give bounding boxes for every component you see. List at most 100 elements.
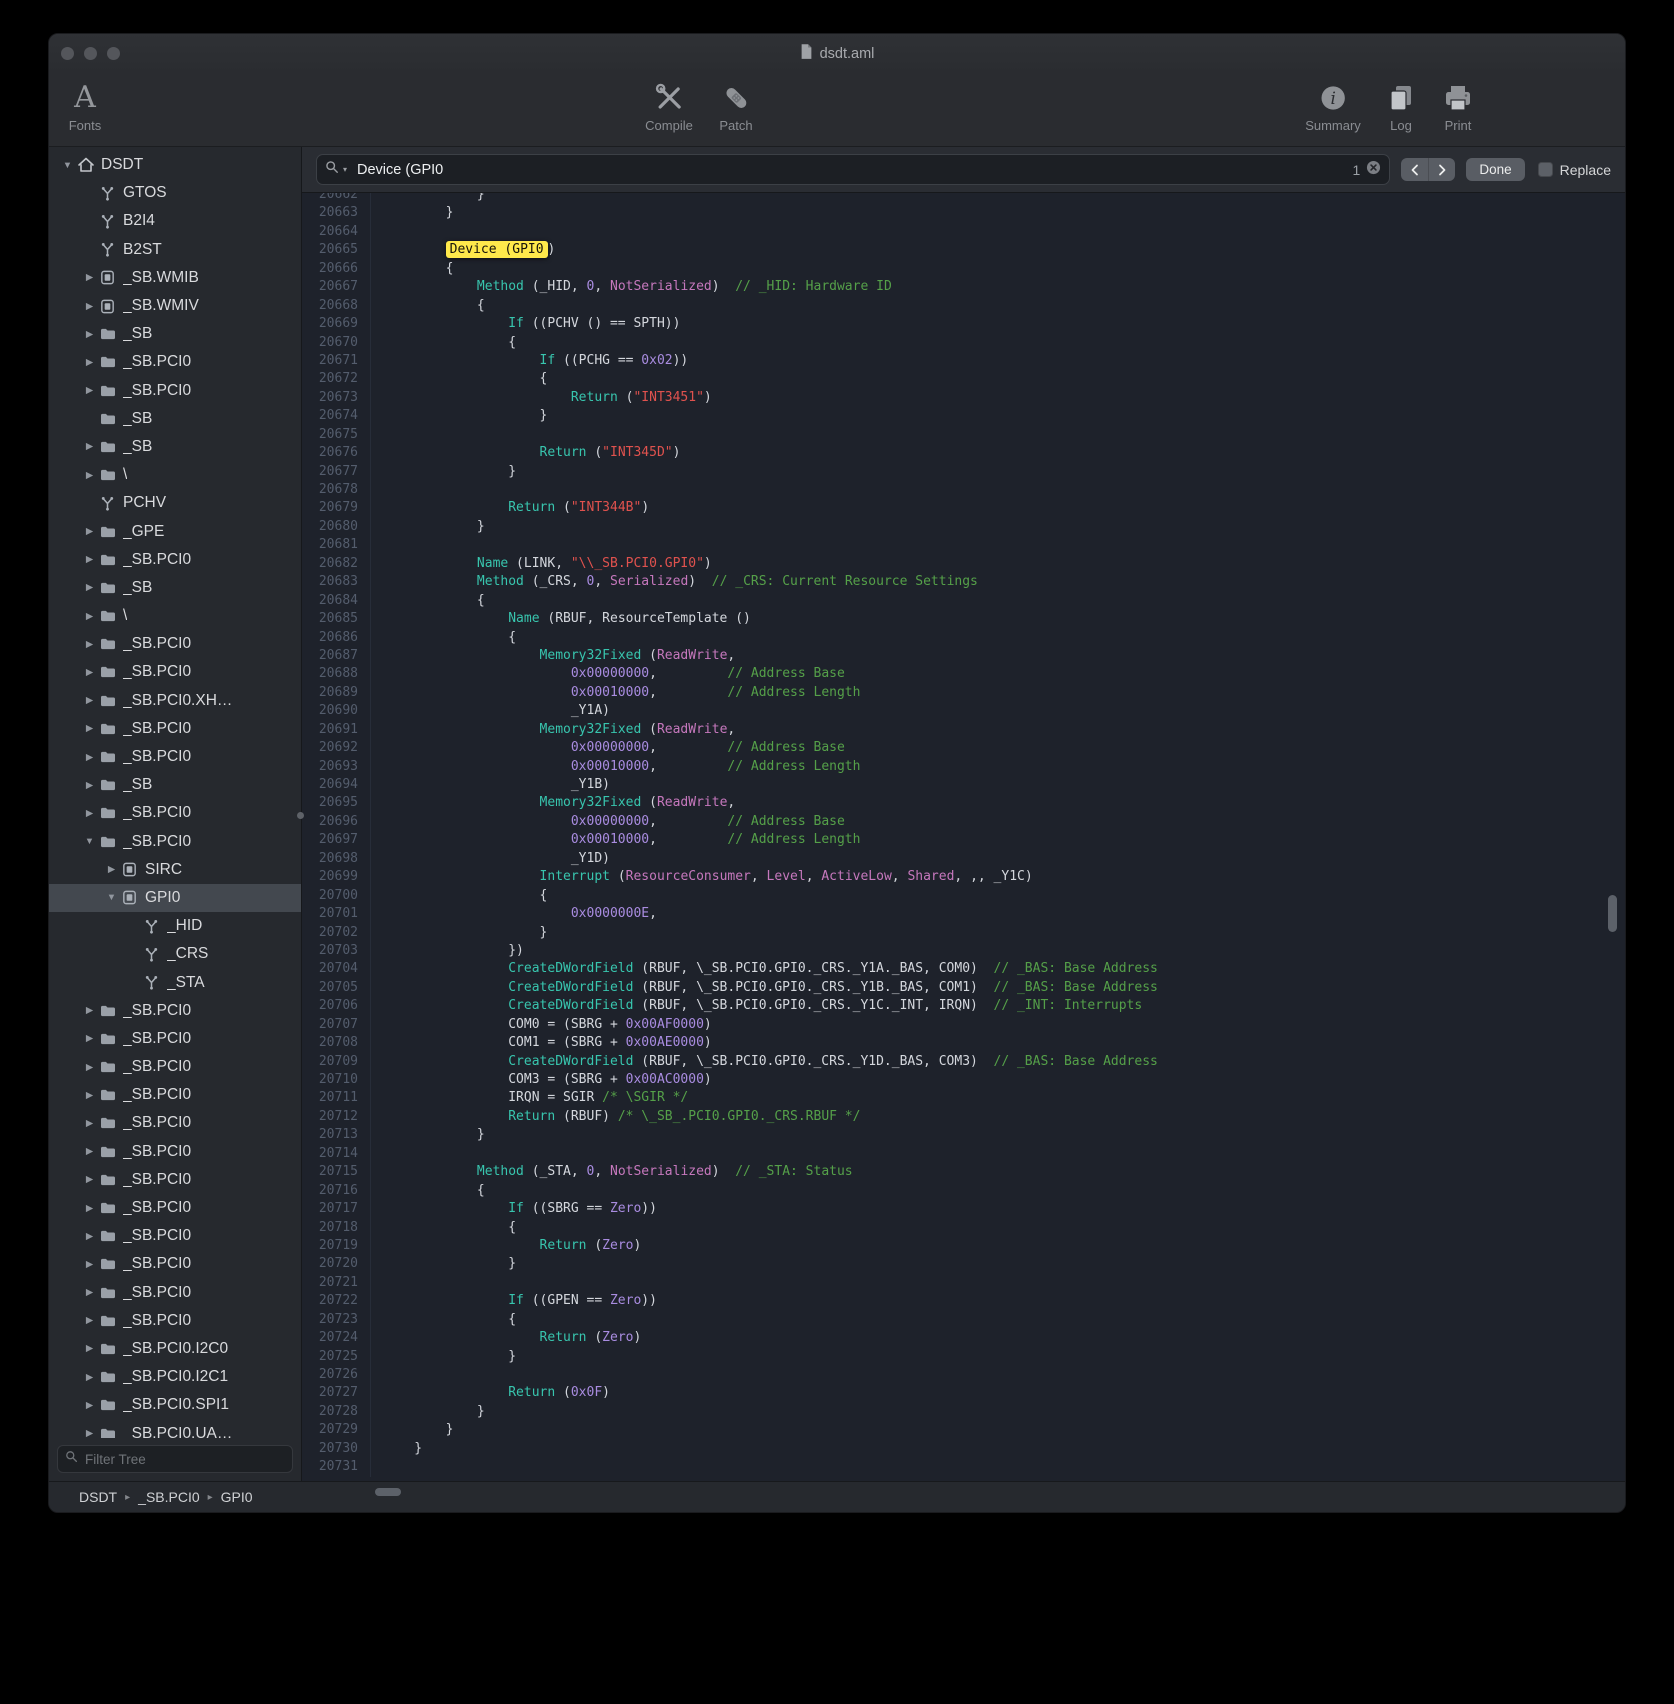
print-button[interactable]: Print: [1442, 79, 1474, 133]
tree-item[interactable]: ▶_SB.PCI0: [49, 1166, 301, 1194]
disclosure-icon[interactable]: ▶: [81, 1005, 98, 1016]
tree-item[interactable]: ▶SIRC: [49, 856, 301, 884]
compile-button[interactable]: Compile: [645, 79, 693, 133]
tree-item[interactable]: ▶_SB.PCI0: [49, 546, 301, 574]
done-button[interactable]: Done: [1466, 158, 1524, 181]
filter-input[interactable]: [83, 1451, 285, 1468]
tree-item[interactable]: ▶_GPE: [49, 517, 301, 545]
disclosure-icon[interactable]: ▶: [81, 1259, 98, 1270]
disclosure-icon[interactable]: ▼: [81, 836, 98, 847]
tree-item[interactable]: ▶_SB.PCI0.UA…: [49, 1419, 301, 1438]
tree-item[interactable]: ▶_SB.PCI0: [49, 743, 301, 771]
patch-button[interactable]: Patch: [719, 79, 752, 133]
replace-checkbox[interactable]: [1538, 162, 1553, 177]
disclosure-icon[interactable]: ▶: [81, 1146, 98, 1157]
tree-item[interactable]: ▶_SB: [49, 433, 301, 461]
find-input[interactable]: [355, 161, 1349, 179]
disclosure-icon[interactable]: ▶: [81, 1118, 98, 1129]
tree-item[interactable]: ▼_SB.PCI0: [49, 828, 301, 856]
pane-splitter-handle[interactable]: [297, 812, 304, 819]
disclosure-icon[interactable]: ▶: [81, 1315, 98, 1326]
disclosure-icon[interactable]: ▼: [59, 160, 76, 171]
tree-item[interactable]: B2ST: [49, 236, 301, 264]
disclosure-icon[interactable]: ▶: [81, 357, 98, 368]
tree-item[interactable]: GTOS: [49, 179, 301, 207]
disclosure-icon[interactable]: ▶: [81, 1400, 98, 1411]
tree-item[interactable]: ▶_SB.PCI0: [49, 1222, 301, 1250]
disclosure-icon[interactable]: ▶: [81, 385, 98, 396]
disclosure-icon[interactable]: ▶: [81, 441, 98, 452]
tree-item[interactable]: B2I4: [49, 207, 301, 235]
tree-item[interactable]: ▶_SB.PCI0: [49, 715, 301, 743]
filter-field[interactable]: [57, 1445, 293, 1473]
horizontal-scrollbar[interactable]: [375, 1488, 401, 1496]
log-button[interactable]: Log: [1386, 79, 1416, 133]
tree-item[interactable]: ▶_SB.PCI0: [49, 799, 301, 827]
disclosure-icon[interactable]: ▶: [81, 752, 98, 763]
disclosure-icon[interactable]: ▼: [103, 892, 120, 903]
tree-item[interactable]: PCHV: [49, 489, 301, 517]
tree-item[interactable]: ▶_SB.PCI0.SPI1: [49, 1391, 301, 1419]
vertical-scrollbar[interactable]: [1608, 895, 1617, 932]
tree-item[interactable]: ▶_SB: [49, 320, 301, 348]
tree-item[interactable]: ▶_SB.PCI0: [49, 1307, 301, 1335]
disclosure-icon[interactable]: ▶: [81, 808, 98, 819]
disclosure-icon[interactable]: ▶: [81, 1174, 98, 1185]
tree-item[interactable]: ▶_SB.PCI0: [49, 1081, 301, 1109]
tree-item[interactable]: ▶_SB.WMIV: [49, 292, 301, 320]
tree-item[interactable]: ▶_SB.PCI0: [49, 1194, 301, 1222]
summary-button[interactable]: i Summary: [1305, 79, 1361, 133]
code-editor[interactable]: 20662 }20663 }2066420665 Device (GPI0)20…: [302, 193, 1625, 1482]
disclosure-icon[interactable]: ▶: [81, 1428, 98, 1438]
disclosure-icon[interactable]: ▶: [81, 1343, 98, 1354]
disclosure-icon[interactable]: ▶: [81, 1090, 98, 1101]
disclosure-icon[interactable]: ▶: [81, 1372, 98, 1383]
tree-item[interactable]: ▶_SB: [49, 771, 301, 799]
tree-item[interactable]: _SB: [49, 405, 301, 433]
minimize-button[interactable]: [84, 47, 97, 60]
tree-item[interactable]: ▶_SB.PCI0: [49, 630, 301, 658]
disclosure-icon[interactable]: ▶: [81, 526, 98, 537]
tree-item[interactable]: ▶_SB.PCI0: [49, 997, 301, 1025]
tree-item[interactable]: _CRS: [49, 940, 301, 968]
disclosure-icon[interactable]: ▶: [81, 639, 98, 650]
tree-item[interactable]: ▶_SB.PCI0: [49, 377, 301, 405]
tree-item[interactable]: ▶\: [49, 602, 301, 630]
find-next-button[interactable]: [1428, 158, 1455, 181]
tree-item[interactable]: ▶_SB.PCI0: [49, 1109, 301, 1137]
disclosure-icon[interactable]: ▶: [81, 723, 98, 734]
breadcrumb-item[interactable]: DSDT: [79, 1489, 117, 1505]
disclosure-icon[interactable]: ▶: [81, 1287, 98, 1298]
breadcrumb-item[interactable]: _SB.PCI0: [138, 1489, 199, 1505]
tree-item[interactable]: ▶_SB.PCI0: [49, 658, 301, 686]
tree-item[interactable]: ▶_SB.PCI0: [49, 1025, 301, 1053]
tree-item[interactable]: ▶_SB: [49, 574, 301, 602]
fonts-button[interactable]: A Fonts: [69, 79, 102, 133]
tree-item[interactable]: _HID: [49, 912, 301, 940]
disclosure-icon[interactable]: ▶: [81, 611, 98, 622]
tree-item[interactable]: ▶\: [49, 461, 301, 489]
disclosure-icon[interactable]: ▶: [81, 554, 98, 565]
disclosure-icon[interactable]: ▶: [81, 1033, 98, 1044]
disclosure-icon[interactable]: ▶: [81, 780, 98, 791]
disclosure-icon[interactable]: ▶: [81, 695, 98, 706]
breadcrumb-item[interactable]: GPI0: [221, 1489, 253, 1505]
clear-search-icon[interactable]: [1366, 160, 1381, 180]
disclosure-icon[interactable]: ▶: [81, 667, 98, 678]
close-button[interactable]: [61, 47, 74, 60]
tree-item[interactable]: ▶_SB.PCI0: [49, 348, 301, 376]
find-previous-button[interactable]: [1401, 158, 1428, 181]
find-search-field[interactable]: ▾ 1: [316, 154, 1390, 185]
disclosure-icon[interactable]: ▶: [81, 1062, 98, 1073]
search-menu-caret-icon[interactable]: ▾: [343, 165, 347, 174]
tree-item[interactable]: ▶_SB.PCI0: [49, 1138, 301, 1166]
tree-item[interactable]: ▶_SB.PCI0: [49, 1053, 301, 1081]
tree-item[interactable]: ▶_SB.PCI0.XH…: [49, 687, 301, 715]
zoom-button[interactable]: [107, 47, 120, 60]
disclosure-icon[interactable]: ▶: [81, 582, 98, 593]
tree-item[interactable]: ▶_SB.PCI0.I2C1: [49, 1363, 301, 1391]
disclosure-icon[interactable]: ▶: [81, 301, 98, 312]
disclosure-icon[interactable]: ▶: [103, 864, 120, 875]
tree-item[interactable]: ▼DSDT: [49, 151, 301, 179]
tree-item[interactable]: ▶_SB.PCI0.I2C0: [49, 1335, 301, 1363]
